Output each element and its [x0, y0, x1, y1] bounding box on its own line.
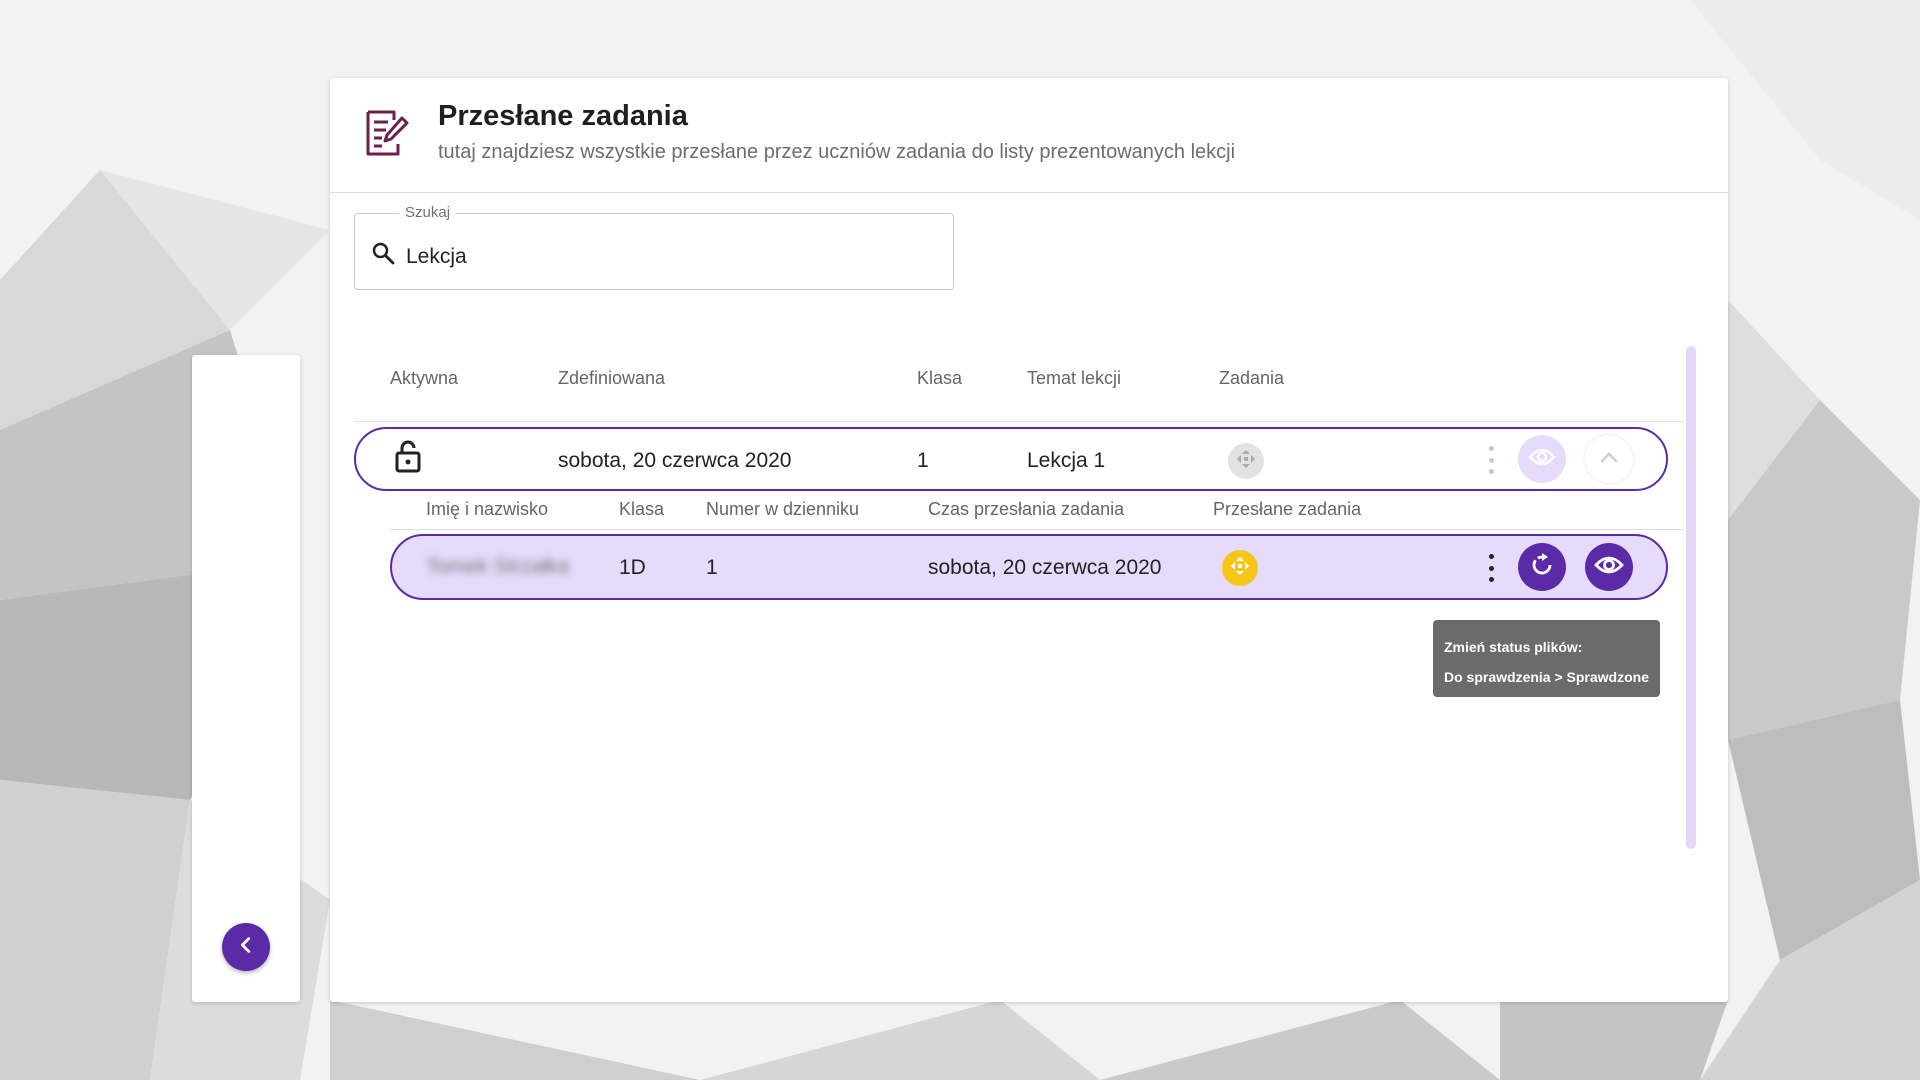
column-class[interactable]: Klasa	[917, 368, 962, 389]
lesson-view-button[interactable]	[1518, 435, 1566, 483]
search-label: Szukaj	[399, 204, 457, 221]
student-name: Tomek Strzałka	[426, 555, 570, 578]
divider	[354, 421, 1684, 422]
column-defined[interactable]: Zdefiniowana	[558, 368, 665, 389]
lesson-class: 1	[917, 449, 929, 472]
lesson-row[interactable]: sobota, 20 czerwca 2020 1 Lekcja 1	[354, 427, 1668, 491]
column-tasks[interactable]: Zadania	[1219, 368, 1284, 389]
lesson-topic: Lekcja 1	[1027, 449, 1106, 472]
edit-document-icon	[364, 106, 410, 163]
column-submitted-files[interactable]: Przesłane zadania	[1213, 499, 1361, 520]
view-submission-button[interactable]	[1585, 543, 1633, 591]
refresh-icon	[1529, 552, 1555, 583]
status-tooltip: Zmień status plików: Do sprawdzenia > Sp…	[1433, 620, 1660, 697]
column-student-class[interactable]: Klasa	[619, 499, 664, 520]
chevron-up-icon	[1600, 450, 1618, 468]
unlock-icon	[394, 439, 422, 478]
search-icon	[371, 241, 395, 270]
scrollbar[interactable]	[1686, 346, 1696, 849]
column-submit-time[interactable]: Czas przesłania zadania	[928, 499, 1124, 520]
eye-icon	[1528, 447, 1556, 472]
side-panel	[192, 355, 300, 1002]
chevron-left-icon	[235, 934, 257, 961]
search-field[interactable]: Szukaj Lekcja	[354, 204, 954, 290]
page-title: Przesłane zadania	[438, 100, 688, 132]
lesson-tasks-badge[interactable]	[1228, 443, 1264, 479]
submitted-files-badge[interactable]	[1222, 550, 1258, 586]
tooltip-line-2: Do sprawdzenia > Sprawdzone	[1444, 669, 1649, 685]
submission-row[interactable]: Tomek Strzałka 1D 1 sobota, 20 czerwca 2…	[390, 534, 1668, 600]
submission-more-button[interactable]	[1487, 554, 1495, 582]
eye-icon	[1594, 555, 1624, 580]
main-card: Przesłane zadania tutaj znajdziesz wszys…	[330, 78, 1728, 1002]
change-status-button[interactable]	[1518, 543, 1566, 591]
expand-toggle-button[interactable]	[1585, 435, 1633, 483]
search-input[interactable]: Lekcja	[406, 245, 467, 269]
student-class: 1D	[619, 556, 646, 579]
column-topic[interactable]: Temat lekcji	[1027, 368, 1121, 389]
page-subtitle: tutaj znajdziesz wszystkie przesłane prz…	[438, 141, 1236, 163]
collapse-panel-button[interactable]	[222, 923, 270, 971]
column-journal-number[interactable]: Numer w dzienniku	[706, 499, 859, 520]
lesson-more-button[interactable]	[1487, 446, 1495, 474]
move-arrows-icon	[1230, 556, 1250, 581]
divider	[390, 529, 1684, 530]
column-active[interactable]: Aktywna	[390, 368, 458, 389]
tooltip-line-1: Zmień status plików:	[1444, 639, 1583, 655]
submit-time: sobota, 20 czerwca 2020	[928, 556, 1162, 579]
journal-number: 1	[706, 556, 718, 579]
column-name[interactable]: Imię i nazwisko	[426, 499, 548, 520]
lesson-defined-date: sobota, 20 czerwca 2020	[558, 449, 792, 472]
card-header: Przesłane zadania tutaj znajdziesz wszys…	[330, 78, 1728, 193]
move-arrows-icon	[1236, 449, 1256, 474]
